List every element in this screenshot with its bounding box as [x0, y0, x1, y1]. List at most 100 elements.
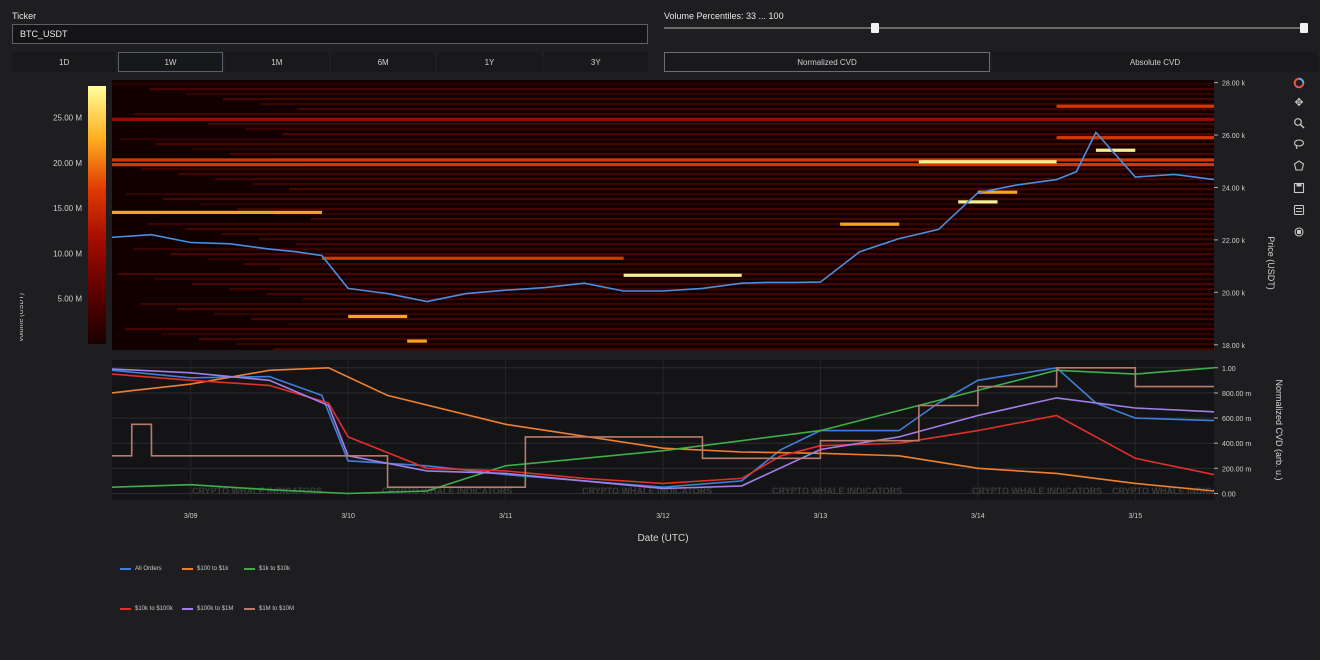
legend-swatch	[244, 608, 255, 610]
legend-swatch	[182, 568, 193, 570]
colorbar-axis: Volume (USDT) 25.00 M 20.00 M 15.00 M 10.00…	[20, 114, 82, 342]
legend-swatch	[120, 608, 131, 610]
heatmap-band	[251, 318, 1214, 321]
legend-swatch	[120, 568, 131, 570]
heatmap-band	[185, 228, 1214, 231]
heatmap-band	[236, 343, 1214, 346]
heatmap-band	[186, 93, 1214, 96]
heatmap-band	[229, 288, 1214, 291]
liquidity-level	[348, 314, 408, 319]
heatmap-band	[134, 113, 1214, 116]
heatmap-band	[274, 213, 1214, 216]
heatmap-band	[245, 128, 1214, 131]
x-tick-label: 3/11	[499, 513, 512, 520]
zoom-icon[interactable]	[1293, 117, 1305, 129]
heatmap-band	[296, 243, 1214, 246]
liquidity-level	[1056, 104, 1214, 108]
legend-label: All Orders	[135, 566, 162, 572]
colorbar-gradient	[88, 86, 106, 344]
heatmap-band	[208, 123, 1214, 126]
heatmap-band	[178, 173, 1214, 176]
lasso-icon[interactable]	[1293, 138, 1305, 150]
zoom-in-icon[interactable]	[1293, 204, 1305, 216]
time-range-selector: 1D 1W 1M 6M 1Y 3Y	[12, 52, 650, 72]
legend-label: $1k to $10k	[259, 566, 291, 572]
time-range-6m-button[interactable]: 6M	[330, 52, 436, 72]
heatmap-band	[156, 143, 1214, 146]
logo-icon[interactable]	[1293, 77, 1305, 89]
colorbar-tick-label: 20.00 M	[53, 159, 82, 168]
liquidity-level	[918, 160, 1057, 164]
time-range-1y-button[interactable]: 1Y	[437, 52, 542, 72]
heatmap-band	[230, 153, 1214, 156]
heatmap-band	[170, 253, 1214, 256]
legend-item[interactable]: $1k to $10k	[244, 566, 290, 572]
time-range-1d-button[interactable]: 1D	[12, 52, 117, 72]
save-icon[interactable]	[1293, 182, 1305, 194]
legend-label: $100 to $1k	[197, 566, 229, 572]
legend-item[interactable]: $1M to $10M	[244, 606, 294, 612]
legend-label: $10k to $100k	[135, 606, 173, 612]
legend-swatch	[182, 608, 193, 610]
time-range-3y-button[interactable]: 3Y	[543, 52, 648, 72]
time-range-1w-button[interactable]: 1W	[118, 52, 223, 72]
price-tick-label: 28.00 k	[1222, 81, 1245, 88]
heatmap-band	[244, 263, 1214, 266]
heatmap-band	[281, 268, 1214, 271]
absolute-cvd-button[interactable]: Absolute CVD	[992, 52, 1318, 72]
heatmap-band	[155, 278, 1214, 281]
ticker-input[interactable]: BTC_USDT	[12, 24, 648, 44]
liquidity-level	[112, 210, 322, 214]
heatmap-band	[119, 138, 1214, 141]
heatmap-band	[215, 178, 1214, 181]
cvd-axis: Normalized CVD (arb. u.) 1.00 800.00 m 600…	[1214, 366, 1284, 498]
normalized-cvd-button[interactable]: Normalized CVD	[664, 52, 990, 72]
x-tick-label: 3/14	[971, 513, 985, 520]
time-range-1m-button[interactable]: 1M	[224, 52, 329, 72]
cvd-tick-label: 600.00 m	[1222, 416, 1251, 423]
colorbar-label: Volume (USDT)	[20, 293, 25, 342]
heatmap-band	[133, 248, 1214, 251]
heatmap-band	[126, 193, 1214, 196]
heatmap-band	[282, 133, 1214, 136]
heatmap-band	[259, 238, 1214, 241]
slider-handle-low[interactable]	[871, 23, 880, 33]
x-axis-label: Date (UTC)	[637, 533, 688, 544]
heatmap-band	[162, 333, 1214, 336]
legend-item[interactable]: $100k to $1M	[182, 606, 233, 612]
heatmap-band	[222, 233, 1214, 236]
slider-handle-high[interactable]	[1300, 23, 1308, 33]
legend-item[interactable]: $100 to $1k	[182, 566, 228, 572]
legend-item[interactable]: $10k to $100k	[120, 606, 173, 612]
price-axis-label: Price (USDT)	[1266, 236, 1276, 290]
heatmap-band	[200, 203, 1214, 206]
price-tick-label: 18.00 k	[1222, 343, 1245, 350]
pan-icon[interactable]: ✥	[1293, 97, 1305, 109]
heatmap-band	[289, 188, 1214, 191]
heatmap-band	[193, 148, 1214, 151]
legend: All Orders $100 to $1k $1k to $10k $10k to …	[120, 566, 360, 626]
cvd-axis-label: Normalized CVD (arb. u.)	[1274, 379, 1284, 480]
reset-icon[interactable]	[1293, 160, 1305, 172]
liquidity-level	[407, 339, 427, 343]
price-axis: Price (USDT) 28.00 k 26.00 k 24.00 k 22.00 …	[1214, 81, 1276, 350]
price-tick-label: 24.00 k	[1222, 185, 1245, 192]
heatmap-band	[149, 88, 1214, 91]
zoom-out-icon[interactable]	[1293, 226, 1305, 238]
heatmap-band	[237, 208, 1214, 211]
cvd-chart[interactable]: CRYPTO WHALE INDICATORS CRYPTO WHALE INDI…	[112, 360, 1214, 500]
cvd-tick-label: 1.00	[1222, 366, 1236, 373]
colorbar	[88, 86, 106, 344]
legend-label: $1M to $10M	[259, 606, 295, 612]
liquidity-level	[112, 163, 1214, 167]
liquidity-level	[1056, 136, 1214, 140]
watermark-text: CRYPTO WHALE INDICATORS	[772, 486, 902, 496]
volume-percentile-slider[interactable]	[664, 27, 1304, 29]
legend-item[interactable]: All Orders	[120, 566, 162, 572]
cvd-tick-label: 800.00 m	[1222, 391, 1251, 398]
heatmap-band	[177, 308, 1214, 311]
orderbook-heatmap[interactable]	[112, 80, 1214, 350]
watermark-text: CRYPTO WHALE INDICATORS	[1112, 486, 1214, 496]
heatmap-band	[112, 83, 1214, 86]
x-axis: Date (UTC) 3/09 3/10 3/11 3/12 3/13 3/14 3/15	[184, 513, 1142, 544]
